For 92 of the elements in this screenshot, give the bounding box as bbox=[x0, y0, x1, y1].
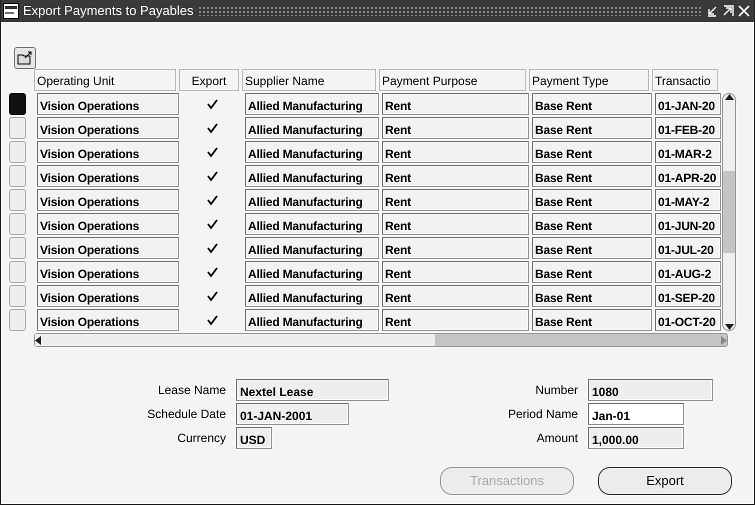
table-cell: 01-MAY-2 bbox=[655, 189, 721, 211]
export-checkbox[interactable] bbox=[206, 266, 218, 278]
column-header: Payment Type bbox=[529, 69, 649, 91]
export-checkbox[interactable] bbox=[206, 242, 218, 254]
table-cell: Rent bbox=[382, 237, 529, 259]
table-cell: 01-AUG-2 bbox=[655, 261, 721, 283]
table-cell: Base Rent bbox=[532, 141, 652, 163]
table-cell: Base Rent bbox=[532, 237, 652, 259]
minimize-icon[interactable] bbox=[706, 5, 718, 17]
export-checkbox[interactable] bbox=[206, 290, 218, 302]
open-folder-button[interactable] bbox=[14, 47, 36, 69]
field-label: Schedule Date bbox=[146, 406, 226, 423]
export-button[interactable]: Export bbox=[598, 467, 732, 495]
table-cell: Allied Manufacturing bbox=[245, 213, 379, 235]
table-cell: Rent bbox=[382, 213, 529, 235]
table-cell: Allied Manufacturing bbox=[245, 237, 379, 259]
export-checkbox[interactable] bbox=[206, 146, 218, 158]
table-cell: Vision Operations bbox=[37, 117, 179, 139]
export-checkbox[interactable] bbox=[206, 194, 218, 206]
folder-icon bbox=[17, 51, 33, 65]
maximize-icon[interactable] bbox=[722, 5, 734, 17]
close-icon[interactable] bbox=[738, 5, 750, 17]
column-header: Supplier Name bbox=[242, 69, 376, 91]
table-cell: Allied Manufacturing bbox=[245, 189, 379, 211]
export-checkbox[interactable] bbox=[206, 314, 218, 326]
table-cell: Vision Operations bbox=[37, 309, 179, 331]
table-cell: Vision Operations bbox=[37, 213, 179, 235]
field-label: Currency bbox=[176, 430, 226, 447]
table-cell: Rent bbox=[382, 285, 529, 307]
scroll-thumb[interactable] bbox=[723, 171, 735, 253]
table-cell: Vision Operations bbox=[37, 93, 179, 115]
column-header: Export bbox=[179, 69, 239, 91]
table-cell: Base Rent bbox=[532, 285, 652, 307]
table-cell: Rent bbox=[382, 141, 529, 163]
input-field[interactable]: 1,000.00 bbox=[588, 427, 684, 449]
table-cell: Vision Operations bbox=[37, 285, 179, 307]
table-cell: Rent bbox=[382, 165, 529, 187]
table-cell: Rent bbox=[382, 117, 529, 139]
table-cell: Vision Operations bbox=[37, 141, 179, 163]
table-cell: Rent bbox=[382, 189, 529, 211]
table-cell: Allied Manufacturing bbox=[245, 117, 379, 139]
field-label: Period Name bbox=[506, 406, 578, 423]
window-title: Export Payments to Payables bbox=[23, 2, 194, 20]
table-cell: Rent bbox=[382, 93, 529, 115]
column-header: Operating Unit bbox=[34, 69, 176, 91]
vertical-scrollbar[interactable] bbox=[722, 93, 736, 331]
column-header: Transactio bbox=[652, 69, 718, 91]
input-field[interactable]: USD bbox=[236, 427, 272, 449]
table-cell: Base Rent bbox=[532, 165, 652, 187]
table-cell: Allied Manufacturing bbox=[245, 93, 379, 115]
table-cell: 01-APR-20 bbox=[655, 165, 721, 187]
input-field[interactable]: 1080 bbox=[588, 379, 713, 401]
table-cell: Base Rent bbox=[532, 189, 652, 211]
table-cell: 01-MAR-2 bbox=[655, 141, 721, 163]
table-cell: Rent bbox=[382, 309, 529, 331]
export-checkbox[interactable] bbox=[206, 122, 218, 134]
scroll-up-icon[interactable] bbox=[724, 94, 734, 100]
table-cell: Allied Manufacturing bbox=[245, 261, 379, 283]
table-cell: 01-JUL-20 bbox=[655, 237, 721, 259]
field-label: Number bbox=[534, 382, 578, 399]
table-cell: Vision Operations bbox=[37, 237, 179, 259]
table-cell: Base Rent bbox=[532, 309, 652, 331]
table-cell: Vision Operations bbox=[37, 165, 179, 187]
input-field[interactable]: 01-JAN-2001 bbox=[236, 403, 349, 425]
table-cell: 01-JAN-20 bbox=[655, 93, 721, 115]
export-checkbox[interactable] bbox=[206, 218, 218, 230]
table-cell: 01-OCT-20 bbox=[655, 309, 721, 331]
table-cell: Allied Manufacturing bbox=[245, 309, 379, 331]
field-label: Lease Name bbox=[156, 382, 226, 399]
table-cell: Base Rent bbox=[532, 261, 652, 283]
table-cell: Allied Manufacturing bbox=[245, 141, 379, 163]
input-field[interactable]: Nextel Lease bbox=[236, 379, 389, 401]
table-cell: Base Rent bbox=[532, 93, 652, 115]
input-field[interactable]: Jan-01 bbox=[588, 403, 684, 425]
scroll-left-icon[interactable] bbox=[35, 336, 41, 344]
table-cell: Allied Manufacturing bbox=[245, 285, 379, 307]
table-cell: Base Rent bbox=[532, 213, 652, 235]
table-cell: 01-SEP-20 bbox=[655, 285, 721, 307]
horizontal-scrollbar[interactable] bbox=[34, 333, 728, 347]
export-checkbox[interactable] bbox=[206, 98, 218, 110]
table-cell: Vision Operations bbox=[37, 261, 179, 283]
table-cell: Vision Operations bbox=[37, 189, 179, 211]
table-cell: Rent bbox=[382, 261, 529, 283]
table-cell: 01-FEB-20 bbox=[655, 117, 721, 139]
scroll-down-icon[interactable] bbox=[724, 324, 734, 330]
export-checkbox[interactable] bbox=[206, 170, 218, 182]
table-cell: Allied Manufacturing bbox=[245, 165, 379, 187]
table-cell: Base Rent bbox=[532, 117, 652, 139]
table-cell: 01-JUN-20 bbox=[655, 213, 721, 235]
row-selector[interactable] bbox=[9, 93, 26, 115]
column-header: Payment Purpose bbox=[379, 69, 526, 91]
field-label: Amount bbox=[536, 430, 578, 447]
